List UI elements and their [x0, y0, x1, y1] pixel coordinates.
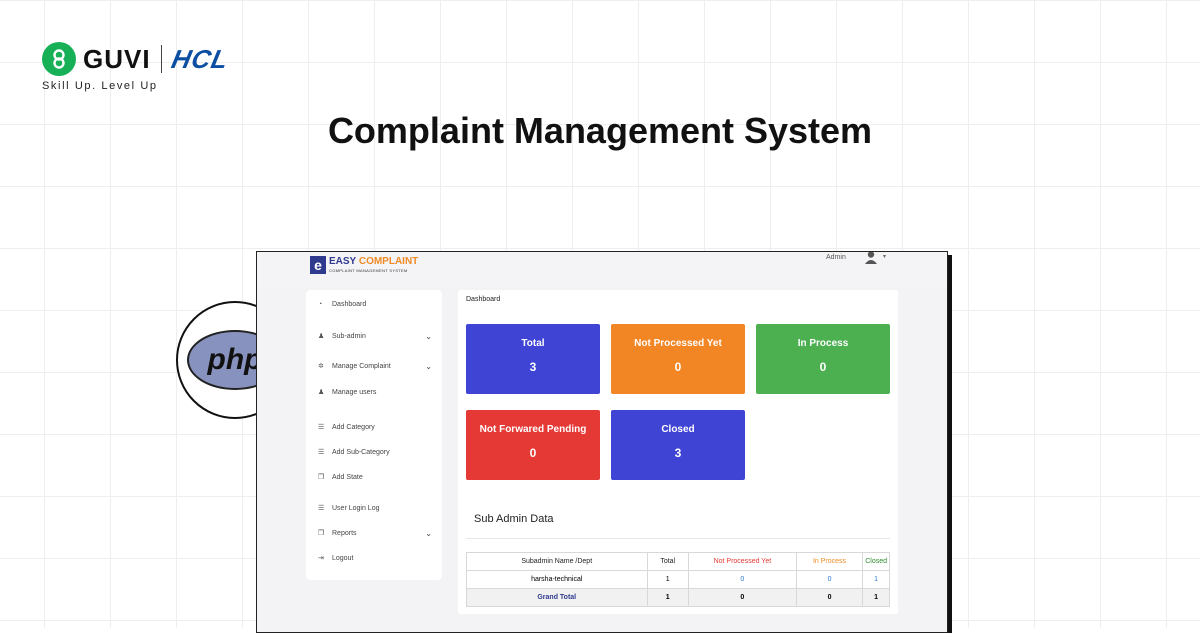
dashboard-icon: ◔ — [318, 301, 323, 308]
sidebar-item-label: Sub-admin — [332, 332, 366, 340]
sidebar-item-label: Manage users — [332, 388, 377, 396]
column-header: Closed — [862, 552, 890, 571]
copy-icon: ❐ — [318, 474, 325, 481]
card-value: 0 — [674, 360, 682, 374]
sidebar-item-sub-admin[interactable]: ♟ Sub-admin ⌄ — [318, 331, 432, 341]
sidebar-item-label: Add Category — [332, 423, 375, 431]
table-cell-link[interactable]: 0 — [687, 570, 797, 589]
grand-total-row: Grand Total 1 0 0 1 — [466, 588, 890, 607]
caret-down-icon[interactable]: ▾ — [883, 253, 886, 260]
table-cell: 1 — [646, 570, 689, 589]
column-header: Not Processed Yet — [687, 552, 797, 571]
sidebar-item-dashboard[interactable]: ◔ Dashboard — [318, 301, 432, 308]
column-header: Total — [646, 552, 689, 571]
table-cell: Grand Total — [466, 588, 648, 607]
logo-complaint: COMPLAINT — [358, 256, 419, 267]
column-header: In Process — [795, 552, 864, 571]
card-not-forwarded-pending[interactable]: Not Forwared Pending 0 — [466, 410, 600, 480]
logo-subtitle: COMPLAINT MANAGEMENT SYSTEM — [329, 268, 408, 273]
brand-logos: GUVI HCL Skill Up. Level Up — [42, 42, 232, 92]
sidebar: ◔ Dashboard ♟ Sub-admin ⌄ ✲ Manage Compl… — [306, 290, 442, 580]
chevron-down-icon: ⌄ — [425, 361, 432, 371]
sidebar-item-label: Reports — [332, 529, 357, 537]
sidebar-item-add-sub-category[interactable]: ☰ Add Sub-Category — [318, 448, 432, 457]
table-cell-link[interactable]: 1 — [862, 570, 890, 589]
sidebar-item-label: Add Sub-Category — [332, 448, 390, 456]
copy-icon: ❐ — [318, 530, 325, 537]
table-cell-link[interactable]: 0 — [795, 570, 864, 589]
admin-label[interactable]: Admin — [826, 254, 846, 261]
app-logo[interactable]: e EASY COMPLAINT COMPLAINT MANAGEMENT SY… — [310, 256, 418, 274]
sidebar-item-label: Dashboard — [332, 301, 367, 308]
card-not-processed-yet[interactable]: Not Processed Yet 0 — [611, 324, 745, 394]
tagline: Skill Up. Level Up — [42, 80, 158, 92]
chevron-down-icon: ⌄ — [425, 331, 432, 341]
list-icon: ☰ — [318, 449, 325, 456]
logo-easy: EASY — [329, 256, 357, 267]
card-total[interactable]: Total 3 — [466, 324, 600, 394]
sidebar-item-reports[interactable]: ❐ Reports ⌄ — [318, 528, 432, 538]
card-value: 0 — [529, 446, 537, 460]
table-cell: 1 — [646, 588, 689, 607]
card-label: Not Forwared Pending — [479, 424, 587, 435]
users-icon: ♟ — [318, 333, 325, 340]
sidebar-item-label: Manage Complaint — [332, 362, 391, 370]
app-logo-e: e — [310, 256, 326, 274]
brand-divider — [160, 45, 162, 73]
table-header-row: Subadmin Name /Dept Total Not Processed … — [466, 552, 890, 571]
card-in-process[interactable]: In Process 0 — [756, 324, 890, 394]
sidebar-item-manage-users[interactable]: ♟ Manage users — [318, 388, 432, 397]
guvi-logo-text: GUVI — [83, 43, 151, 74]
gear-icon: ✲ — [318, 363, 324, 370]
card-value: 3 — [674, 446, 682, 460]
sidebar-item-label: Add State — [332, 473, 363, 481]
sidebar-item-label: Logout — [332, 554, 354, 562]
sub-admin-title: Sub Admin Data — [474, 513, 554, 525]
list-icon: ☰ — [318, 505, 325, 512]
table-row: harsha-technical 1 0 0 1 — [466, 570, 890, 589]
card-value: 0 — [819, 360, 827, 374]
dashboard-content: Dashboard Total 3 Not Processed Yet 0 In… — [458, 290, 898, 614]
card-label: In Process — [797, 338, 849, 349]
php-logo-text: php — [207, 343, 263, 376]
sidebar-item-label: User Login Log — [332, 504, 380, 512]
users-icon: ♟ — [318, 389, 325, 396]
guvi-logo-icon — [42, 42, 76, 76]
page-title: Complaint Management System — [327, 110, 873, 151]
table-cell: 0 — [795, 588, 864, 607]
divider — [466, 538, 890, 539]
card-value: 3 — [529, 360, 537, 374]
app-screenshot: e EASY COMPLAINT COMPLAINT MANAGEMENT SY… — [256, 251, 948, 633]
card-label: Total — [521, 338, 545, 349]
chevron-down-icon: ⌄ — [425, 528, 432, 538]
sidebar-item-add-state[interactable]: ❐ Add State — [318, 473, 432, 482]
breadcrumb: Dashboard — [466, 296, 501, 303]
user-avatar-icon[interactable] — [864, 252, 878, 269]
sidebar-item-add-category[interactable]: ☰ Add Category — [318, 423, 432, 432]
card-label: Closed — [661, 424, 695, 435]
list-icon: ☰ — [318, 424, 325, 431]
card-label: Not Processed Yet — [634, 338, 722, 349]
logout-icon: ⇥ — [318, 555, 324, 562]
column-header: Subadmin Name /Dept — [466, 552, 648, 571]
sidebar-item-user-login-log[interactable]: ☰ User Login Log — [318, 504, 432, 513]
table-cell: 0 — [687, 588, 797, 607]
sub-admin-table: Subadmin Name /Dept Total Not Processed … — [466, 552, 890, 607]
hcl-logo: HCL — [168, 43, 232, 74]
table-cell: 1 — [862, 588, 890, 607]
card-closed[interactable]: Closed 3 — [611, 410, 745, 480]
sidebar-item-logout[interactable]: ⇥ Logout — [318, 554, 432, 563]
table-cell: harsha-technical — [466, 570, 648, 589]
app-header: e EASY COMPLAINT COMPLAINT MANAGEMENT SY… — [257, 252, 947, 288]
sidebar-item-manage-complaint[interactable]: ✲ Manage Complaint ⌄ — [318, 361, 432, 371]
